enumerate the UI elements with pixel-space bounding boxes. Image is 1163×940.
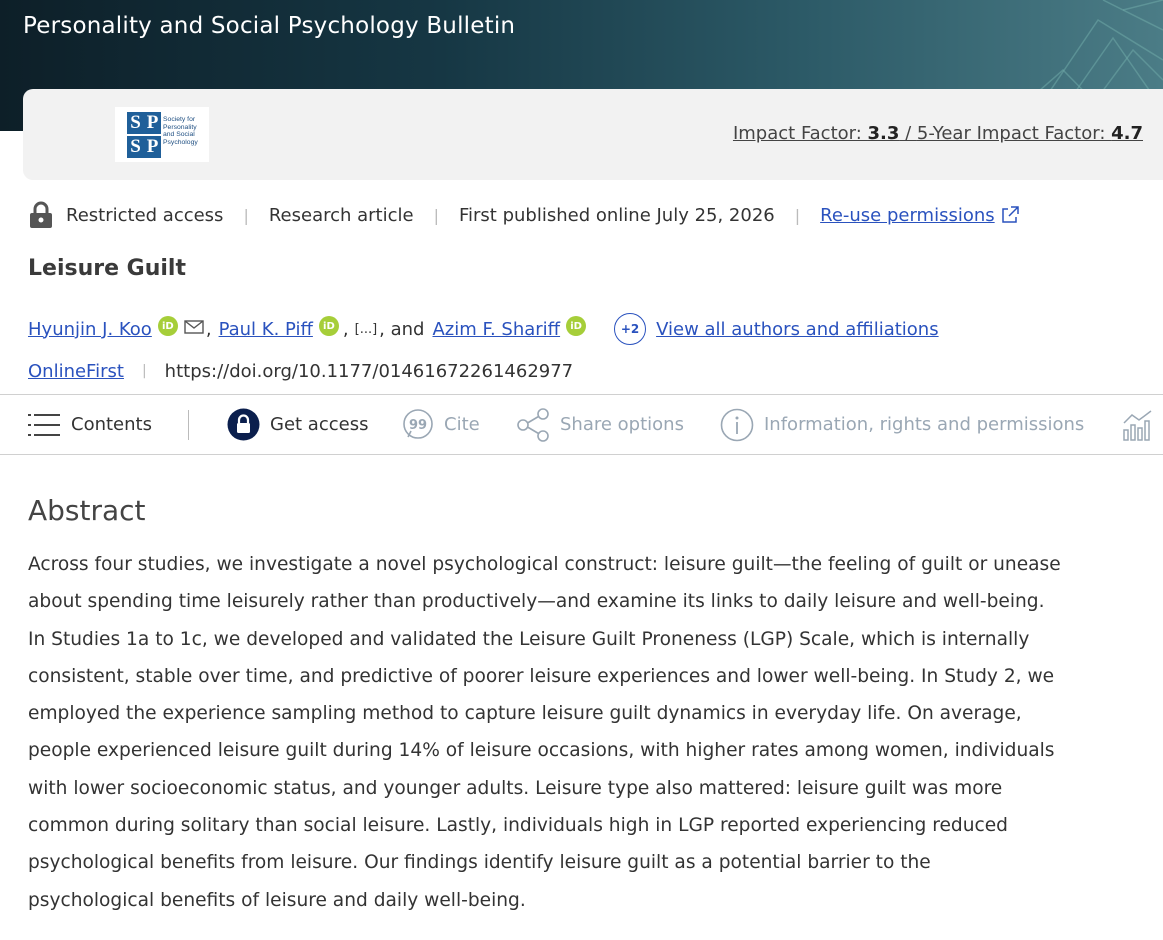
get-access-button[interactable]: Get access [227,395,368,454]
abstract-line: with lower socioeconomic status, and you… [28,777,1003,799]
logo-letter: S [127,112,144,134]
author-link[interactable]: Paul K. Piff [219,319,313,340]
logo-mark: S P S P [127,112,161,160]
abstract-heading: Abstract [28,494,146,527]
information-button[interactable]: Information, rights and permissions [720,395,1084,454]
abstract-line: consistent, stable over time, and predic… [28,665,1055,687]
abstract-line: psychological benefits of leisure and da… [28,889,526,911]
doi-separator: | [141,363,147,379]
author-and: , and [379,318,425,340]
doi-row: OnlineFirst | https://doi.org/10.1177/01… [28,357,573,385]
cite-label: Cite [444,414,480,435]
lock-icon [30,201,52,228]
author-list: Hyunjin J. Koo iD , Paul K. Piff iD , [.… [28,312,939,346]
toolbar-divider [188,410,189,440]
onlinefirst-link[interactable]: OnlineFirst [28,361,124,382]
bar-chart-icon [1123,409,1152,441]
abstract-body: Across four studies, we investigate a no… [28,546,1118,919]
journal-header-card: S P S P Society for Personality and Soci… [23,89,1163,180]
get-access-label: Get access [270,414,369,435]
access-status: Restricted access [66,204,224,226]
article-toolbar: Contents Get access 99 Cite Share option… [0,394,1163,455]
article-title: Leisure Guilt [28,256,186,281]
five-year-impact-value: 4.7 [1111,123,1143,144]
orcid-icon[interactable]: iD [566,316,587,336]
external-link-icon[interactable] [999,204,1021,226]
article-type: Research article [268,204,414,226]
share-label: Share options [560,414,684,435]
abstract-line: people experienced leisure guilt during … [28,740,1055,762]
cite-button[interactable]: 99 Cite [402,395,480,454]
spsp-logo[interactable]: S P S P Society for Personality and Soci… [115,107,209,162]
share-icon [517,407,549,442]
logo-letter: P [144,112,161,134]
impact-separator: / [899,123,917,144]
share-button[interactable]: Share options [516,395,684,454]
mail-icon[interactable] [184,319,204,335]
info-icon [720,408,754,441]
information-label: Information, rights and permissions [764,414,1085,435]
logo-letter: P [144,136,161,158]
author-separator: , [342,318,349,340]
quote-icon: 99 [403,408,433,439]
impact-label: Impact Factor: [732,123,868,144]
metrics-button[interactable] [1122,395,1163,454]
abstract-line: Across four studies, we investigate a no… [28,554,1061,575]
meta-separator: | [243,205,249,225]
reuse-permissions-link[interactable]: Re-use permissions [820,205,995,226]
contents-button[interactable]: Contents [28,395,152,454]
journal-title[interactable]: Personality and Social Psychology Bullet… [23,13,515,39]
publication-date: First published online July 25, 2026 [458,204,775,226]
impact-factor-link[interactable]: Impact Factor: 3.3 / 5-Year Impact Facto… [733,123,1143,144]
author-separator: , [205,318,212,340]
meta-separator: | [794,205,801,225]
doi-url[interactable]: https://doi.org/10.1177/0146167226146297… [165,361,573,382]
logo-letter: S [127,136,144,158]
meta-separator: | [433,205,439,225]
hidden-authors-ellipsis[interactable]: [...] [355,322,378,337]
article-meta-row: Restricted access | Research article | F… [28,200,1021,230]
orcid-icon[interactable]: iD [318,316,339,336]
more-authors-badge[interactable]: +2 [614,313,647,345]
svg-text:99: 99 [409,418,427,433]
lock-icon [227,408,260,441]
abstract-line: psychological benefits from leisure. Our… [28,852,931,874]
author-link[interactable]: Hyunjin J. Koo [28,319,152,340]
contents-label: Contents [71,414,152,435]
contents-list-icon [28,413,60,436]
abstract-line: In Studies 1a to 1c, we developed and va… [28,628,1030,650]
impact-value: 3.3 [867,123,900,144]
abstract-line: common during solitary than social leisu… [28,815,1008,837]
view-all-authors-link[interactable]: View all authors and affiliations [656,319,939,340]
author-link[interactable]: Azim F. Shariff [432,319,560,340]
abstract-line: about spending time leisurely rather tha… [28,591,1045,613]
logo-text: Society for Personality and Social Psych… [163,116,198,146]
orcid-icon[interactable]: iD [157,316,178,336]
abstract-line: employed the experience sampling method … [28,703,1022,725]
five-year-impact-label: 5-Year Impact Factor: [916,123,1112,144]
